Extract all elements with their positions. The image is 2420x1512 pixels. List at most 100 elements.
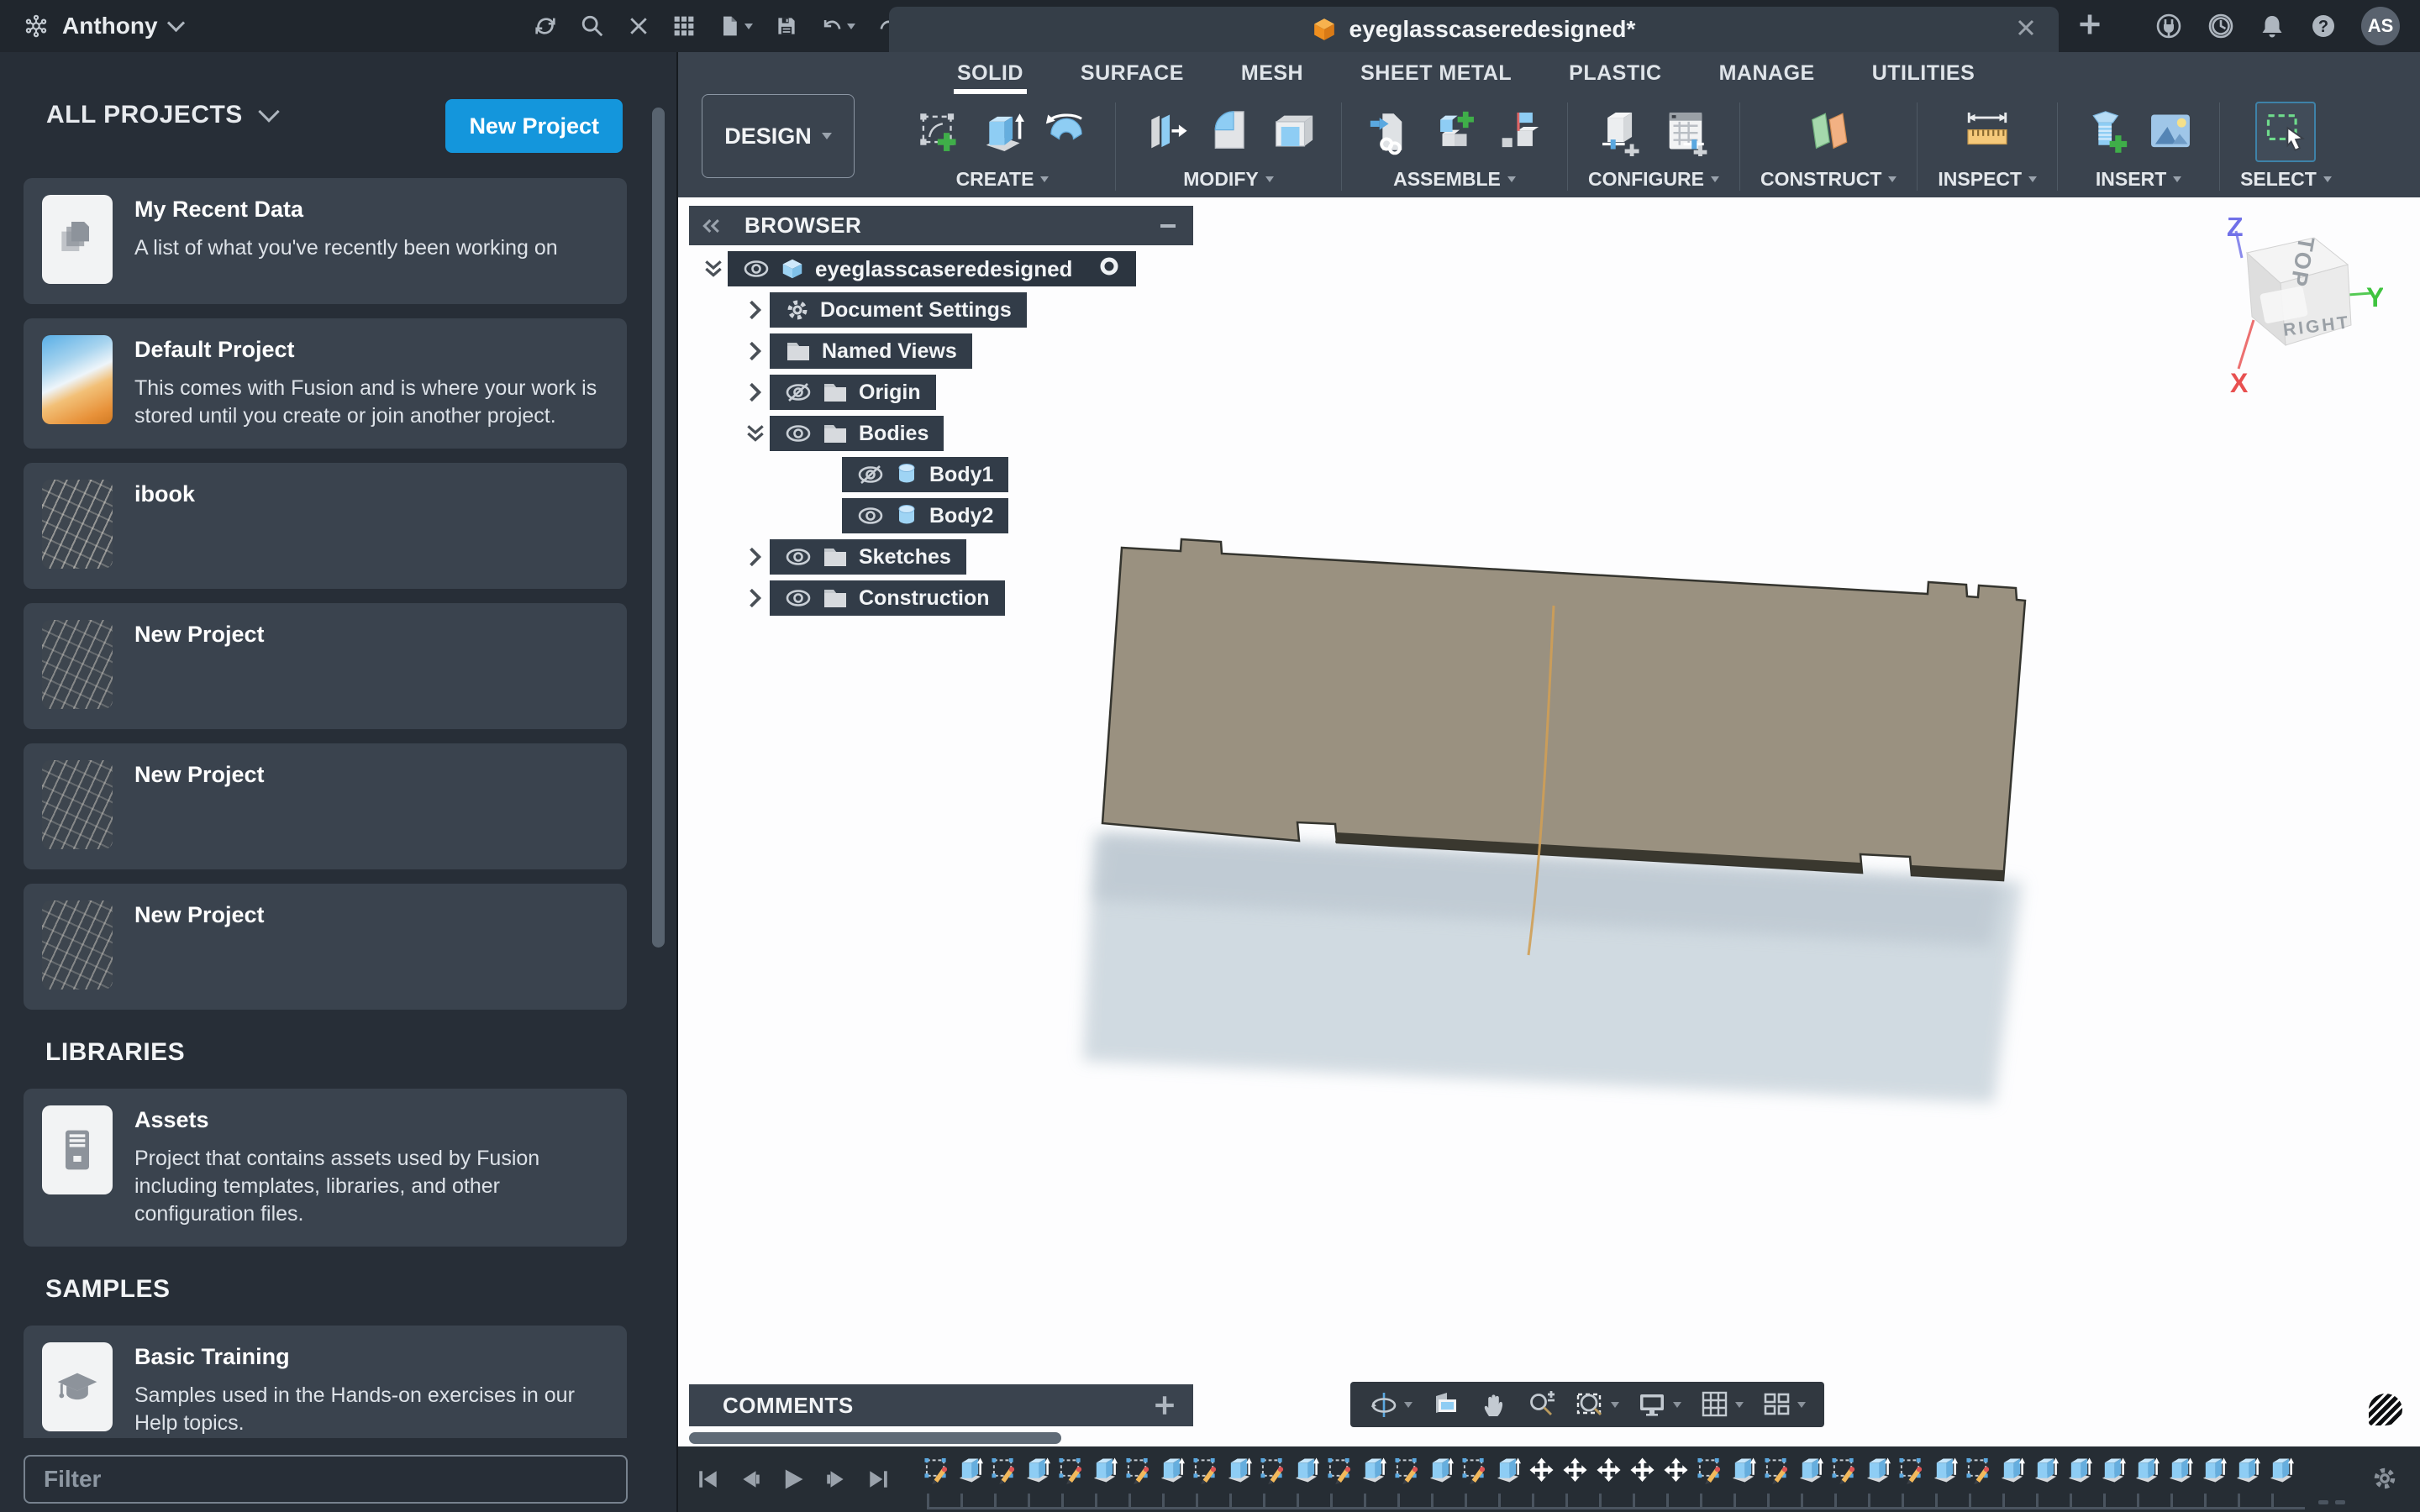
measure-button[interactable]	[1959, 103, 2016, 160]
group-label[interactable]: SELECT	[2240, 168, 2332, 191]
timeline-move-feature[interactable]	[1596, 1454, 1622, 1486]
timeline-move-feature[interactable]	[1629, 1454, 1655, 1486]
3d-viewport[interactable]: BROWSER eyeglasscaseredesigned Document …	[678, 197, 2420, 1446]
timeline-sketch-feature[interactable]	[1125, 1454, 1151, 1486]
tree-expander[interactable]	[741, 382, 770, 402]
joint-button[interactable]	[1490, 103, 1547, 160]
timeline-extrude-feature[interactable]	[1092, 1454, 1118, 1486]
chev-right-icon[interactable]	[745, 547, 765, 567]
timeline-sketch-feature[interactable]	[1461, 1454, 1487, 1486]
ribbon-tab-utilities[interactable]: UTILITIES	[1844, 52, 2004, 96]
minimize-panel-icon[interactable]	[1158, 216, 1178, 236]
filter-input[interactable]	[25, 1466, 626, 1493]
grid-settings-button[interactable]	[1695, 1389, 1749, 1420]
press-pull-button[interactable]	[1136, 103, 1193, 160]
ribbon-tab-solid[interactable]: SOLID	[929, 52, 1052, 96]
ribbon-tab-plastic[interactable]: PLASTIC	[1540, 52, 1690, 96]
tree-node-eyeglasscaseredesigned[interactable]: eyeglasscaseredesigned	[728, 251, 1136, 286]
configure-table-button[interactable]	[1657, 103, 1714, 160]
tree-node-named-views[interactable]: Named Views	[770, 333, 972, 369]
eye-off-icon[interactable]	[857, 465, 884, 485]
timeline-extrude-feature[interactable]	[1730, 1454, 1756, 1486]
tree-expander[interactable]	[741, 423, 770, 444]
ribbon-tab-sheet-metal[interactable]: SHEET METAL	[1332, 52, 1540, 96]
timeline-sketch-feature[interactable]	[923, 1454, 950, 1486]
timeline-extrude-feature[interactable]	[1999, 1454, 2025, 1486]
timeline-extrude-feature[interactable]	[2167, 1454, 2193, 1486]
chev-dd-icon[interactable]	[702, 258, 724, 280]
ribbon-tab-surface[interactable]: SURFACE	[1052, 52, 1213, 96]
zoom-button[interactable]	[1522, 1389, 1562, 1420]
group-label[interactable]: CONFIGURE	[1588, 168, 1719, 191]
new-component-button[interactable]	[1426, 103, 1483, 160]
project-card[interactable]: ibook	[24, 463, 627, 589]
chev-right-icon[interactable]	[745, 382, 765, 402]
viewports-button[interactable]	[1757, 1389, 1811, 1420]
display-settings-button[interactable]	[1633, 1389, 1686, 1420]
timeline-extrude-feature[interactable]	[1932, 1454, 1958, 1486]
tree-expander[interactable]	[741, 341, 770, 361]
timeline-sketch-feature[interactable]	[1697, 1454, 1723, 1486]
timeline-extrude-feature[interactable]	[2100, 1454, 2126, 1486]
timeline-extrude-feature[interactable]	[2268, 1454, 2294, 1486]
create-sketch-button[interactable]	[910, 103, 967, 160]
timeline-sketch-feature[interactable]	[1394, 1454, 1420, 1486]
plug-button[interactable]	[2154, 12, 2183, 40]
tree-expander[interactable]	[741, 547, 770, 567]
timeline-move-feature[interactable]	[1562, 1454, 1588, 1486]
select-window-button[interactable]	[2255, 102, 2316, 162]
look-at-button[interactable]	[1426, 1389, 1466, 1420]
add-comment-icon[interactable]	[1153, 1394, 1176, 1417]
sync-button[interactable]	[528, 10, 563, 42]
timeline-sketch-feature[interactable]	[1260, 1454, 1286, 1486]
timeline-extrude-feature[interactable]	[2066, 1454, 2092, 1486]
ribbon-tab-manage[interactable]: MANAGE	[1691, 52, 1844, 96]
tree-node-bodies[interactable]: Bodies	[770, 416, 944, 451]
target-icon[interactable]	[1097, 255, 1121, 278]
chev-dd-icon[interactable]	[744, 423, 766, 444]
orbit-button[interactable]	[1364, 1389, 1418, 1420]
timeline-extrude-feature[interactable]	[1024, 1454, 1050, 1486]
timeline-move-feature[interactable]	[1663, 1454, 1689, 1486]
group-label[interactable]: INSPECT	[1938, 168, 2037, 191]
eye-icon[interactable]	[743, 259, 770, 279]
grid-apps-button[interactable]	[667, 11, 701, 41]
group-label[interactable]: ASSEMBLE	[1393, 168, 1516, 191]
tree-node-origin[interactable]: Origin	[770, 375, 936, 410]
horizontal-scrollbar-thumb[interactable]	[689, 1432, 1061, 1444]
close-button[interactable]	[622, 11, 655, 41]
window-zoom-button[interactable]	[1570, 1389, 1624, 1420]
pan-button[interactable]	[1475, 1390, 1513, 1419]
tree-node-body2[interactable]: Body2	[842, 498, 1008, 533]
undo-button[interactable]	[815, 11, 860, 41]
group-label[interactable]: CONSTRUCT	[1760, 168, 1897, 191]
canvas-image-button[interactable]	[2142, 103, 2199, 160]
viewcube[interactable]: Z Y X TOP RIGHT	[2215, 218, 2383, 415]
save-button[interactable]	[770, 11, 803, 41]
timeline-extrude-feature[interactable]	[2133, 1454, 2160, 1486]
fillet-button[interactable]	[1200, 103, 1257, 160]
to-end-button[interactable]	[866, 1467, 890, 1491]
eye-icon[interactable]	[785, 588, 812, 608]
construct-plane-button[interactable]	[1800, 103, 1857, 160]
feedback-badge-icon[interactable]	[2369, 1394, 2402, 1425]
extrude-button[interactable]	[974, 103, 1031, 160]
step-back-button[interactable]	[739, 1467, 762, 1491]
project-card[interactable]: New Project	[24, 884, 627, 1010]
tree-node-body1[interactable]: Body1	[842, 457, 1008, 492]
timeline-sketch-feature[interactable]	[1327, 1454, 1353, 1486]
chev-right-icon[interactable]	[745, 300, 765, 320]
chev-right-icon[interactable]	[745, 588, 765, 608]
configure-part-button[interactable]	[1593, 103, 1650, 160]
eye-icon[interactable]	[785, 547, 812, 567]
timeline-sketch-feature[interactable]	[1965, 1454, 1991, 1486]
timeline-extrude-feature[interactable]	[2234, 1454, 2260, 1486]
revolve-button[interactable]	[1038, 103, 1095, 160]
group-label[interactable]: MODIFY	[1183, 168, 1273, 191]
project-card[interactable]: Assets Project that contains assets used…	[24, 1089, 627, 1247]
timeline-extrude-feature[interactable]	[1865, 1454, 1891, 1486]
tree-expander[interactable]	[699, 258, 728, 280]
timeline-extrude-feature[interactable]	[1797, 1454, 1823, 1486]
tree-expander[interactable]	[741, 588, 770, 608]
ribbon-tab-mesh[interactable]: MESH	[1213, 52, 1332, 96]
